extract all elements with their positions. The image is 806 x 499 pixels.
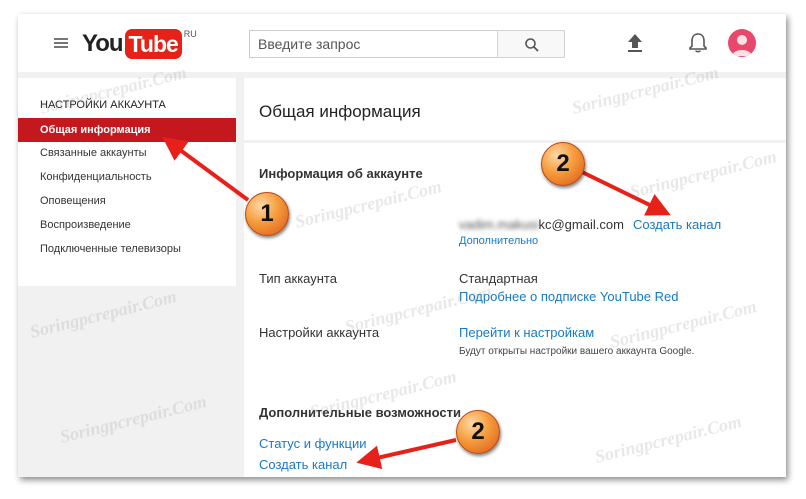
user-silhouette-icon — [732, 35, 752, 56]
more-info-link[interactable]: Дополнительно — [459, 235, 538, 247]
logo-you: You — [82, 30, 124, 57]
sidebar-item-general[interactable]: Общая информация — [18, 118, 236, 142]
account-email: vadim.makusikc@gmail.com — [459, 217, 624, 232]
watermark: Soringpcrepair.Com — [57, 391, 209, 447]
create-channel-link-bottom[interactable]: Создать канал — [259, 457, 347, 472]
header-bar: You Tube RU — [18, 14, 786, 72]
sidebar-item-playback[interactable]: Воспроизведение — [18, 213, 236, 237]
main-content: Информация об аккаунте vadim.makusikc@gm… — [244, 143, 786, 477]
sidebar-item-linked-accounts[interactable]: Связанные аккаунты — [18, 141, 236, 165]
avatar[interactable] — [728, 29, 756, 57]
extra-features-title: Дополнительные возможности — [259, 405, 461, 420]
search-icon — [525, 38, 539, 52]
logo-region: RU — [183, 29, 197, 39]
search-button[interactable] — [497, 30, 565, 58]
page-title: Общая информация — [259, 102, 421, 121]
menu-icon[interactable] — [54, 38, 68, 48]
search-input[interactable] — [249, 30, 497, 58]
settings-sidebar: НАСТРОЙКИ АККАУНТА Общая информация Связ… — [18, 78, 236, 286]
status-features-link[interactable]: Статус и функции — [259, 436, 366, 451]
account-settings-label: Настройки аккаунта — [259, 325, 380, 340]
email-hidden-part: vadim.makusi — [459, 217, 539, 232]
youtube-red-link[interactable]: Подробнее о подписке YouTube Red — [459, 289, 678, 304]
youtube-logo[interactable]: You Tube RU — [82, 29, 197, 59]
logo-tube: Tube — [124, 29, 182, 59]
main-header: Общая информация — [244, 78, 786, 140]
go-to-settings-link[interactable]: Перейти к настройкам — [459, 325, 594, 340]
sidebar-item-connected-tvs[interactable]: Подключенные телевизоры — [18, 237, 236, 261]
create-channel-link-top[interactable]: Создать канал — [633, 217, 721, 232]
upload-icon[interactable] — [626, 33, 644, 53]
account-type-value: Стандартная — [459, 271, 538, 286]
sidebar-heading: НАСТРОЙКИ АККАУНТА — [40, 99, 166, 111]
settings-note: Будут открыты настройки вашего аккаунта … — [459, 346, 695, 357]
watermark: Soringpcrepair.Com — [27, 286, 179, 342]
bell-icon[interactable] — [688, 32, 708, 54]
sidebar-item-notifications[interactable]: Оповещения — [18, 189, 236, 213]
sidebar-item-privacy[interactable]: Конфиденциальность — [18, 165, 236, 189]
account-info-title: Информация об аккаунте — [259, 166, 423, 181]
email-visible-part: kc@gmail.com — [538, 217, 624, 232]
account-type-label: Тип аккаунта — [259, 271, 337, 286]
youtube-settings-window: You Tube RU НАСТРОЙКИ АККАУНТА — [18, 14, 786, 477]
